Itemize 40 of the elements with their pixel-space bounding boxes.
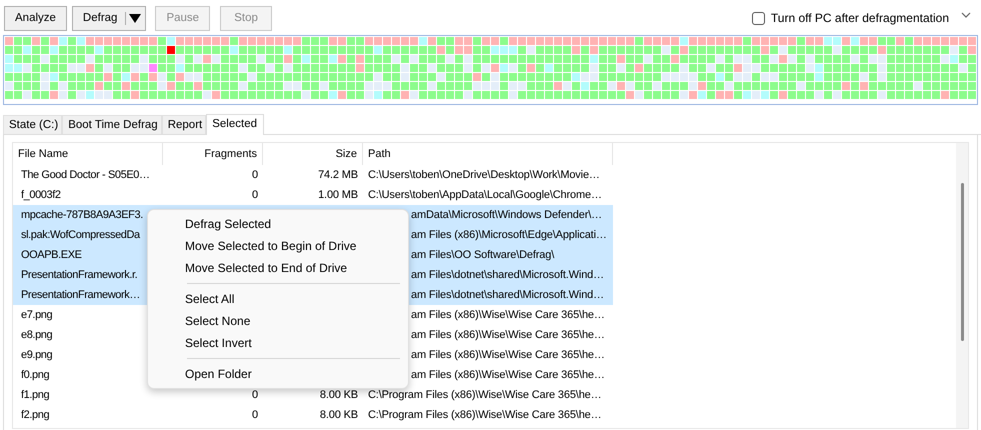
table-cell-text: 0 bbox=[251, 168, 259, 183]
table-cell-text: am Files (x86)\Wise\Wise Care 365\he… bbox=[410, 328, 606, 343]
tab[interactable]: Boot Time Defrag bbox=[62, 115, 162, 134]
scrollbar-thumb[interactable] bbox=[961, 183, 964, 341]
table-cell-text: C:\Users\toben\AppData\Local\Google\Chrome… bbox=[367, 188, 603, 203]
table-cell-text: am Files (x86)\Wise\Wise Care 365\he… bbox=[410, 368, 606, 383]
table-cell-text: C:\Program Files (x86)\Wise\Wise Care 365\he… bbox=[367, 388, 602, 403]
table-cell-text: am Files (x86)\Wise\Wise Care 365\he… bbox=[410, 348, 606, 363]
table-cell-text: 0 bbox=[251, 188, 259, 203]
table-cell[interactable]: f1.png bbox=[13, 385, 163, 405]
table-cell-text: am Files (x86)\Wise\Wise Care 365\he… bbox=[410, 308, 606, 323]
table-cell[interactable]: The Good Doctor - S05E0… bbox=[13, 165, 163, 185]
tab[interactable]: Selected bbox=[206, 114, 264, 135]
table-cell[interactable]: f2.png bbox=[13, 405, 163, 425]
table-cell-text: 8.00 KB bbox=[318, 388, 359, 403]
table-cell-text: 0 bbox=[251, 408, 259, 423]
column-header[interactable]: Fragments bbox=[163, 143, 263, 165]
table-cell[interactable]: mpcache-787B8A9A3EF3. bbox=[13, 205, 163, 225]
tab[interactable]: Report bbox=[162, 115, 206, 134]
table-cell-text: 8.00 KB bbox=[318, 408, 359, 423]
dropdown-button[interactable] bbox=[125, 6, 146, 30]
menu-item[interactable]: Select Invert bbox=[148, 332, 408, 354]
caret-icon bbox=[128, 11, 142, 25]
checkbox-label: Turn off PC after defragmentation bbox=[770, 11, 949, 25]
column-header[interactable]: File Name bbox=[13, 143, 163, 165]
column-header[interactable]: Size bbox=[263, 143, 363, 165]
checkbox[interactable] bbox=[752, 12, 765, 24]
column-header[interactable]: Path bbox=[363, 143, 613, 165]
toolbar-button[interactable]: Analyze bbox=[4, 6, 67, 30]
table-cell-text: 0 bbox=[251, 388, 259, 403]
table-cell[interactable]: f_0003f2 bbox=[13, 185, 163, 205]
table-cell-text: C:\Program Files (x86)\Wise\Wise Care 365\he… bbox=[367, 408, 602, 423]
table-cell-text: C:\Users\toben\OneDrive\Desktop\Work\Movie… bbox=[367, 168, 601, 183]
defrag-button[interactable]: Defrag bbox=[72, 6, 126, 30]
table-cell-text: 74.2 MB bbox=[317, 168, 359, 183]
chevron-icon[interactable] bbox=[961, 12, 971, 18]
table-cell-text: 1.00 MB bbox=[317, 188, 359, 203]
menu-item[interactable]: Select None bbox=[148, 310, 408, 332]
menu-item[interactable]: Open Folder bbox=[148, 363, 408, 385]
tab[interactable]: State (C:) bbox=[3, 115, 62, 134]
